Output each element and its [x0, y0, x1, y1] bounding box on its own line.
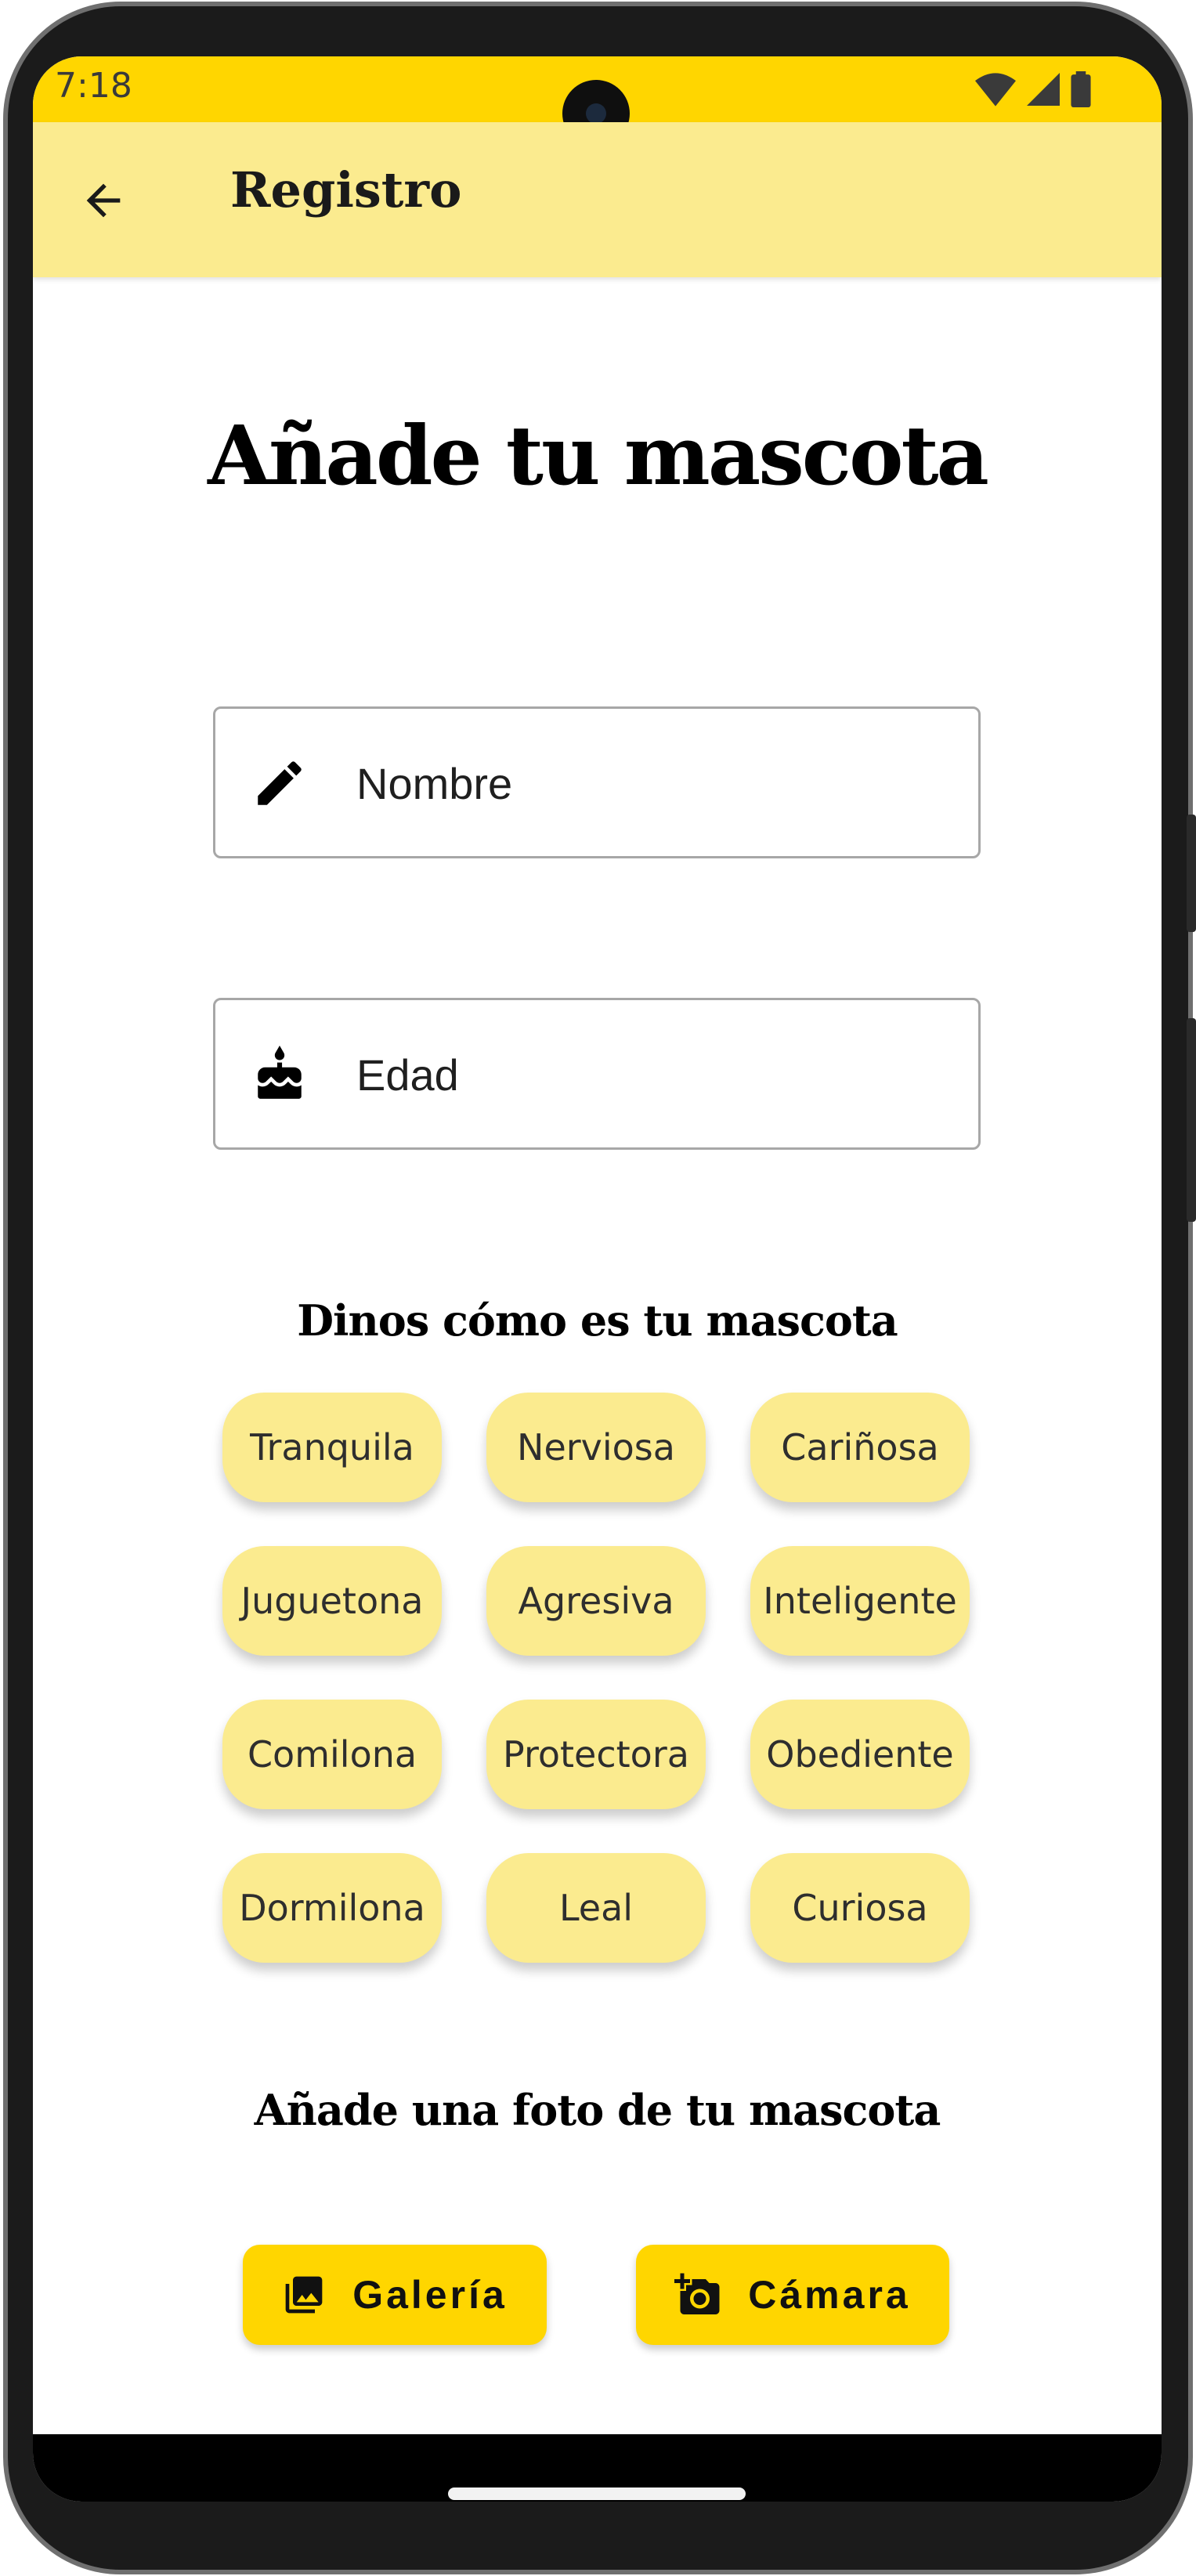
- chip-agresiva[interactable]: Agresiva: [486, 1546, 706, 1656]
- navigation-bar: [33, 2434, 1162, 2502]
- chip-protectora[interactable]: Protectora: [486, 1700, 706, 1809]
- chip-obediente[interactable]: Obediente: [750, 1700, 970, 1809]
- back-button[interactable]: [72, 169, 135, 232]
- app-bar-title: Registro: [230, 161, 462, 219]
- device: 7:18 Registro Añade tu mascota Nombre Ed…: [0, 0, 1196, 2576]
- camera-button[interactable]: Cámara: [636, 2245, 949, 2345]
- cake-icon: [250, 1045, 309, 1104]
- chip-nerviosa[interactable]: Nerviosa: [486, 1393, 706, 1502]
- chip-curiosa[interactable]: Curiosa: [750, 1853, 970, 1963]
- age-input[interactable]: [355, 1031, 950, 1118]
- page-title: Añade tu mascota: [208, 407, 989, 504]
- chip-tranquila[interactable]: Tranquila: [222, 1393, 442, 1502]
- photo-library-icon: [285, 2276, 323, 2314]
- camera-label: Cámara: [748, 2273, 911, 2317]
- arrow-back-icon: [86, 183, 121, 218]
- chip-inteligente[interactable]: Inteligente: [750, 1546, 970, 1656]
- gallery-button[interactable]: Galería: [243, 2245, 547, 2345]
- status-icons: [975, 70, 1091, 108]
- screen: 7:18 Registro Añade tu mascota Nombre Ed…: [33, 56, 1162, 2502]
- chip-leal[interactable]: Leal: [486, 1853, 706, 1963]
- chip-dormilona[interactable]: Dormilona: [222, 1853, 442, 1963]
- name-input[interactable]: [355, 740, 950, 826]
- chip-carinosa[interactable]: Cariñosa: [750, 1393, 970, 1502]
- volume-button: [1187, 1018, 1196, 1222]
- pencil-icon: [250, 753, 309, 813]
- battery-icon: [1071, 71, 1091, 107]
- traits-label: Dinos cómo es tu mascota: [297, 1295, 898, 1346]
- photo-label: Añade una foto de tu mascota: [254, 2085, 941, 2135]
- power-button: [1187, 815, 1196, 932]
- age-field[interactable]: [213, 998, 981, 1150]
- wifi-icon: [975, 73, 1016, 107]
- home-handle[interactable]: [448, 2487, 746, 2500]
- chip-comilona[interactable]: Comilona: [222, 1700, 442, 1809]
- signal-icon: [1027, 73, 1060, 106]
- gallery-label: Galería: [352, 2273, 508, 2317]
- status-time: 7:18: [55, 66, 132, 106]
- name-field[interactable]: [213, 706, 981, 858]
- chip-juguetona[interactable]: Juguetona: [222, 1546, 442, 1656]
- app-bar: Registro: [33, 122, 1162, 277]
- add-camera-icon: [674, 2273, 720, 2314]
